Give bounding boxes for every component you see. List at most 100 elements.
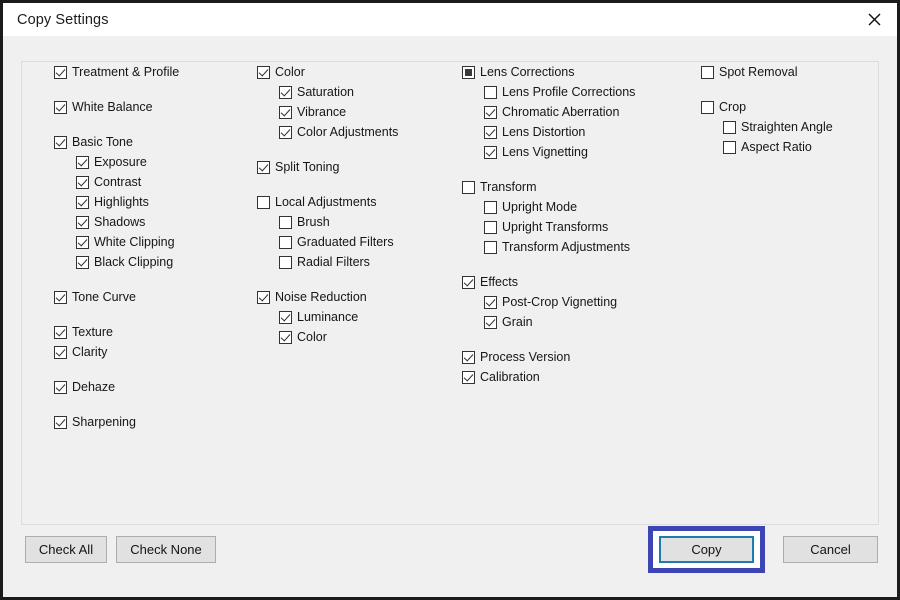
checkbox-row[interactable]: Upright Mode [462,197,692,217]
checkbox-row[interactable]: Noise Reduction [257,287,457,307]
checkbox-checked-icon[interactable] [76,175,89,189]
checkbox-row[interactable]: Transform Adjustments [462,237,692,257]
checkbox-checked-icon[interactable] [257,160,270,174]
checkbox-checked-icon[interactable] [54,380,67,394]
checkbox-unchecked-icon[interactable] [484,220,497,234]
checkbox-checked-icon[interactable] [279,125,292,139]
checkbox-row[interactable]: Lens Profile Corrections [462,82,692,102]
checkbox-unchecked-icon[interactable] [279,215,292,229]
checkbox-checked-icon[interactable] [76,235,89,249]
checkbox-checked-icon[interactable] [462,350,475,364]
checkbox-checked-icon[interactable] [484,145,497,159]
checkbox-checked-icon[interactable] [484,105,497,119]
checkbox-checked-icon[interactable] [54,345,67,359]
checkbox-label: Sharpening [72,415,136,429]
checkbox-checked-icon[interactable] [54,325,67,339]
checkbox-checked-icon[interactable] [462,275,475,289]
checkbox-row[interactable]: Black Clipping [54,252,254,272]
checkbox-row[interactable]: Highlights [54,192,254,212]
checkbox-checked-icon[interactable] [484,125,497,139]
check-none-button[interactable]: Check None [116,536,216,563]
checkbox-row[interactable]: Color Adjustments [257,122,457,142]
checkbox-unchecked-icon[interactable] [279,235,292,249]
checkbox-row[interactable]: Chromatic Aberration [462,102,692,122]
checkbox-row[interactable]: Straighten Angle [701,117,881,137]
checkbox-row[interactable]: Transform [462,177,692,197]
checkbox-row[interactable]: Lens Vignetting [462,142,692,162]
checkbox-row[interactable]: White Clipping [54,232,254,252]
checkbox-row[interactable]: Shadows [54,212,254,232]
checkbox-checked-icon[interactable] [484,315,497,329]
checkbox-checked-icon[interactable] [279,310,292,324]
checkbox-row[interactable]: Exposure [54,152,254,172]
checkbox-unchecked-icon[interactable] [723,140,736,154]
checkbox-label: Saturation [297,85,354,99]
checkbox-unchecked-icon[interactable] [257,195,270,209]
checkbox-row[interactable]: Post-Crop Vignetting [462,292,692,312]
checkbox-row[interactable]: Calibration [462,367,692,387]
checkbox-row[interactable]: Grain [462,312,692,332]
checkbox-checked-icon[interactable] [54,65,67,79]
checkbox-checked-icon[interactable] [76,155,89,169]
checkbox-checked-icon[interactable] [54,135,67,149]
checkbox-checked-icon[interactable] [76,215,89,229]
checkbox-row[interactable]: Vibrance [257,102,457,122]
checkbox-checked-icon[interactable] [54,100,67,114]
checkbox-row[interactable]: Contrast [54,172,254,192]
check-all-button[interactable]: Check All [25,536,107,563]
checkbox-checked-icon[interactable] [54,290,67,304]
checkbox-row[interactable]: Clarity [54,342,254,362]
checkbox-label: Calibration [480,370,540,384]
checkbox-row[interactable]: Color [257,327,457,347]
checkbox-row[interactable]: Saturation [257,82,457,102]
cancel-button[interactable]: Cancel [783,536,878,563]
checkbox-row[interactable]: Process Version [462,347,692,367]
checkbox-label: Grain [502,315,533,329]
checkbox-row[interactable]: Graduated Filters [257,232,457,252]
checkbox-unchecked-icon[interactable] [462,180,475,194]
checkbox-row[interactable]: Luminance [257,307,457,327]
checkbox-row[interactable]: Aspect Ratio [701,137,881,157]
checkbox-label: Clarity [72,345,108,359]
checkbox-row[interactable]: Color [257,62,457,82]
checkbox-unchecked-icon[interactable] [701,65,714,79]
checkbox-row[interactable]: Dehaze [54,377,254,397]
checkbox-row[interactable]: Lens Distortion [462,122,692,142]
checkbox-row[interactable]: Local Adjustments [257,192,457,212]
checkbox-unchecked-icon[interactable] [484,240,497,254]
checkbox-row[interactable]: Tone Curve [54,287,254,307]
checkbox-label: Color Adjustments [297,125,399,139]
checkbox-unchecked-icon[interactable] [484,85,497,99]
checkbox-checked-icon[interactable] [257,65,270,79]
checkbox-row[interactable]: Sharpening [54,412,254,432]
checkbox-row[interactable]: Spot Removal [701,62,881,82]
checkbox-label: Basic Tone [72,135,133,149]
checkbox-row[interactable]: Upright Transforms [462,217,692,237]
checkbox-checked-icon[interactable] [257,290,270,304]
checkbox-mixed-icon[interactable] [462,65,475,79]
checkbox-checked-icon[interactable] [76,195,89,209]
checkbox-checked-icon[interactable] [462,370,475,384]
copy-button[interactable]: Copy [659,536,754,563]
checkbox-row[interactable]: White Balance [54,97,254,117]
checkbox-checked-icon[interactable] [484,295,497,309]
checkbox-unchecked-icon[interactable] [484,200,497,214]
close-button[interactable] [851,3,897,36]
checkbox-unchecked-icon[interactable] [723,120,736,134]
checkbox-checked-icon[interactable] [76,255,89,269]
checkbox-checked-icon[interactable] [54,415,67,429]
checkbox-row[interactable]: Effects [462,272,692,292]
checkbox-row[interactable]: Radial Filters [257,252,457,272]
checkbox-row[interactable]: Crop [701,97,881,117]
checkbox-row[interactable]: Brush [257,212,457,232]
checkbox-row[interactable]: Split Toning [257,157,457,177]
checkbox-row[interactable]: Lens Corrections [462,62,692,82]
checkbox-checked-icon[interactable] [279,85,292,99]
checkbox-row[interactable]: Treatment & Profile [54,62,254,82]
checkbox-row[interactable]: Texture [54,322,254,342]
checkbox-unchecked-icon[interactable] [701,100,714,114]
checkbox-checked-icon[interactable] [279,330,292,344]
checkbox-unchecked-icon[interactable] [279,255,292,269]
checkbox-row[interactable]: Basic Tone [54,132,254,152]
checkbox-checked-icon[interactable] [279,105,292,119]
